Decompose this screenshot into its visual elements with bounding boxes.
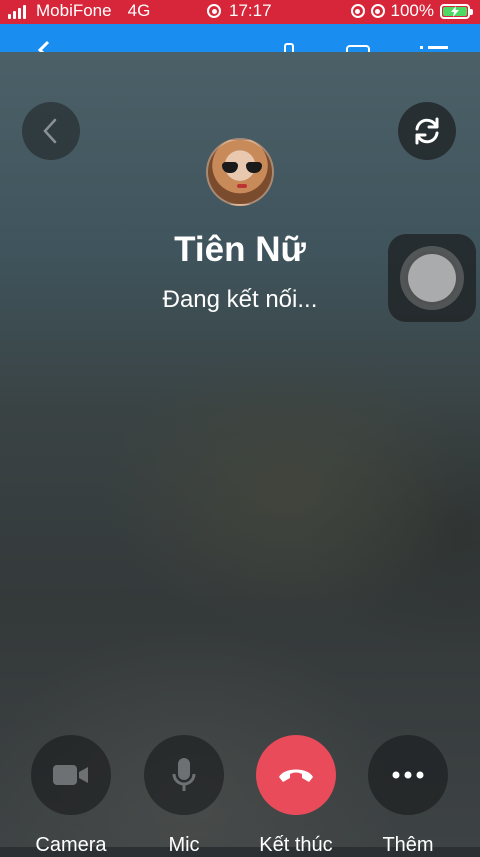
- clock-time: 17:17: [229, 1, 272, 20]
- phone-icon: [284, 43, 294, 52]
- mic-icon: [172, 758, 196, 791]
- end-call-button[interactable]: [256, 735, 336, 815]
- chevron-left-icon: [43, 118, 57, 144]
- mic-label: Mic: [168, 834, 200, 856]
- battery-charging-icon: [440, 3, 473, 19]
- back-button[interactable]: [22, 102, 80, 160]
- alarm-icon: [370, 4, 385, 18]
- caller-avatar: [206, 138, 274, 206]
- mic-button[interactable]: [144, 735, 224, 815]
- network-label: 4G: [127, 1, 151, 20]
- end-call-label: Kết thúc: [259, 834, 333, 856]
- camera-icon: [53, 765, 88, 785]
- assistive-touch-button[interactable]: [388, 234, 476, 322]
- video-icon: [346, 45, 370, 52]
- carrier-label: MobiFone: [36, 1, 112, 20]
- menu-icon: [420, 46, 448, 49]
- app-header: [0, 24, 480, 52]
- more-button[interactable]: [368, 735, 448, 815]
- switch-camera-button[interactable]: [398, 102, 456, 160]
- orientation-lock-icon: [350, 4, 365, 18]
- camera-button[interactable]: [31, 735, 111, 815]
- camera-label: Camera: [35, 834, 107, 856]
- status-bar: MobiFone 4G 17:17 100%: [0, 0, 480, 24]
- battery-percent: 100%: [390, 1, 434, 20]
- location-icon: [207, 4, 221, 18]
- end-call-icon: [279, 769, 313, 782]
- chevron-left-icon: [37, 40, 50, 52]
- more-icon: [392, 771, 424, 779]
- more-label: Thêm: [382, 834, 434, 856]
- signal-icon: [8, 3, 26, 19]
- rotate-icon: [415, 117, 439, 145]
